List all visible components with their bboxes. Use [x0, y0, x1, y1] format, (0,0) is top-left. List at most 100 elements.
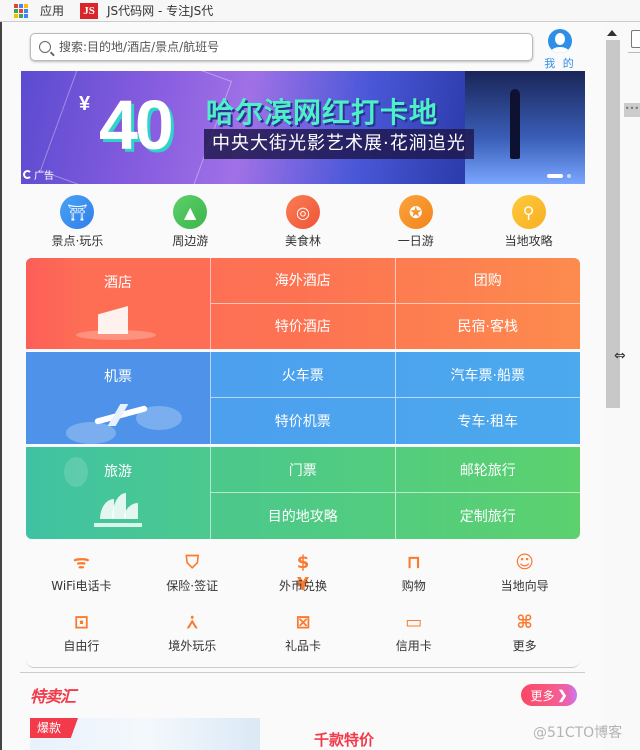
grid-item-custom-travel[interactable]: 定制旅行: [396, 493, 581, 539]
service-currency-exchange[interactable]: $¥ 外币兑换: [248, 546, 359, 606]
service-label: 自由行: [63, 639, 100, 653]
chevron-right-icon: ❯: [557, 688, 568, 702]
quick-nav-label: 美食林: [284, 234, 321, 248]
quick-nav-food[interactable]: ◎ 美食林: [247, 195, 360, 249]
service-insurance-visa[interactable]: ⛉ 保险·签证: [137, 546, 248, 606]
service-gift-card[interactable]: ⊠ 礼品卡: [248, 606, 359, 666]
flight-subgrid: 火车票 汽车票·船票 特价机票 专车·租车: [211, 352, 580, 444]
food-badge-icon: ◎: [285, 195, 320, 229]
user-icon: [548, 29, 572, 53]
more-dots-icon[interactable]: •••: [624, 103, 640, 117]
travel-label: 旅游: [104, 464, 132, 480]
service-label: 境外玩乐: [168, 639, 217, 653]
service-overseas-fun[interactable]: ⩑ 境外玩乐: [137, 606, 248, 666]
grid-item-bus-ship[interactable]: 汽车票·船票: [395, 352, 580, 398]
service-wifi[interactable]: ᯤ WiFi电话卡: [26, 546, 137, 606]
section-divider: [20, 672, 585, 673]
apps-grid-icon[interactable]: [14, 3, 28, 18]
more-label: 更多: [530, 688, 555, 703]
service-label: 信用卡: [395, 639, 432, 653]
airplane-icon: [94, 400, 154, 430]
service-label: WiFi电话卡: [51, 579, 112, 593]
service-shopping[interactable]: ⊓ 购物: [358, 546, 469, 606]
service-label: 更多: [512, 639, 537, 653]
banner-title: 哈尔滨网红打卡地: [206, 96, 439, 129]
quick-nav-label: 当地攻略: [504, 234, 553, 248]
bookmark-js-site[interactable]: JS代码网 - 专注JS代: [107, 2, 213, 19]
hotel-building-icon: [76, 300, 156, 340]
ad-label: 广告: [23, 167, 54, 182]
flight-button[interactable]: 机票: [26, 352, 211, 444]
map-pin-icon: ⚲: [511, 195, 546, 229]
watermark: @51CTO博客: [533, 725, 623, 741]
quick-nav-day-tour[interactable]: ✪ 一日游: [359, 195, 472, 249]
grid-item-tickets[interactable]: 门票: [211, 447, 396, 493]
currency-exchange-icon: $¥: [296, 552, 310, 595]
flight-label: 机票: [104, 369, 132, 385]
shield-icon: ⛉: [185, 552, 199, 573]
grid-item-train[interactable]: 火车票: [211, 352, 396, 398]
search-icon: [39, 41, 51, 53]
quick-nav-local-guide[interactable]: ⚲ 当地攻略: [472, 195, 585, 249]
mountain-icon: ▲: [173, 195, 208, 229]
travel-button[interactable]: 旅游: [26, 447, 211, 539]
divider: [628, 52, 640, 53]
service-label: 购物: [401, 579, 426, 593]
search-input[interactable]: [59, 40, 499, 54]
services-row: ᯤ WiFi电话卡 ⛉ 保险·签证 $¥ 外币兑换 ⊓ 购物 ☺ 当地向导: [26, 546, 580, 606]
grid-item-homestay[interactable]: 民宿·客栈: [396, 304, 581, 350]
carousel-dot[interactable]: [567, 174, 571, 178]
grid-item-car-rental[interactable]: 专车·租车: [396, 398, 581, 444]
eiffel-tower-icon: ⩑: [186, 612, 198, 633]
ad-icon: [23, 170, 32, 179]
travel-subgrid: 门票 邮轮旅行 目的地攻略 定制旅行: [211, 447, 580, 539]
hotel-section: 酒店 海外酒店 团购 特价酒店 民宿·客栈: [26, 258, 580, 349]
sale-heading: 特卖汇: [30, 687, 76, 706]
js-site-icon: JS: [80, 2, 99, 19]
service-more[interactable]: ⌘ 更多: [469, 606, 580, 666]
resize-cursor-icon: ⇔: [614, 348, 626, 364]
sale-more-button[interactable]: 更多 ❯: [521, 684, 577, 706]
price-value: 40: [99, 86, 174, 164]
quick-nav-label: 一日游: [397, 234, 434, 248]
guide-hat-icon: ☺: [515, 552, 534, 573]
search-bar[interactable]: [30, 33, 533, 61]
service-local-guide[interactable]: ☺ 当地向导: [469, 546, 580, 606]
profile-label: 我 的: [544, 57, 576, 70]
service-credit-card[interactable]: ▭ 信用卡: [358, 606, 469, 666]
devtools-toggle-icon[interactable]: [631, 30, 640, 48]
promo-banner[interactable]: ¥ 40 哈尔滨网红打卡地 中央大街光影艺术展·花涧追光 广告: [21, 71, 585, 184]
gift-card-icon: ⊠: [295, 612, 311, 633]
credit-card-icon: ▭: [405, 612, 423, 633]
profile-button[interactable]: 我 的: [542, 29, 578, 71]
balloon-decoration: [64, 457, 88, 487]
hotel-button[interactable]: 酒店: [26, 258, 211, 349]
scroll-up-arrow-icon[interactable]: [607, 30, 617, 36]
grid-item-overseas-hotel[interactable]: 海外酒店: [211, 258, 396, 304]
opera-house-icon: [94, 493, 142, 527]
grid-item-group-buy[interactable]: 团购: [395, 258, 580, 304]
service-free-travel[interactable]: ⊡ 自由行: [26, 606, 137, 666]
carousel-dot-active[interactable]: [547, 174, 563, 178]
bookmark-apps[interactable]: 应用: [40, 2, 64, 19]
quick-nav-label: 景点·玩乐: [51, 234, 104, 248]
shopping-bag-icon: ⊓: [406, 552, 421, 573]
ad-text: 广告: [34, 171, 54, 182]
light-forest-image: [465, 71, 585, 184]
quick-nav-sights[interactable]: ⛩ 景点·玩乐: [21, 195, 134, 249]
service-label: 外币兑换: [278, 579, 327, 593]
quick-nav-nearby[interactable]: ▲ 周边游: [134, 195, 247, 249]
service-label: 保险·签证: [166, 579, 219, 593]
hot-tag: 爆款: [30, 718, 78, 738]
grid-item-special-flight[interactable]: 特价机票: [211, 398, 396, 444]
services-row: ⊡ 自由行 ⩑ 境外玩乐 ⊠ 礼品卡 ▭ 信用卡 ⌘ 更多: [26, 606, 580, 666]
bookmarks-bar: 应用 JS JS代码网 - 专注JS代: [0, 0, 640, 22]
hotel-subgrid: 海外酒店 团购 特价酒店 民宿·客栈: [211, 258, 580, 349]
service-label: 当地向导: [500, 579, 549, 593]
grid-item-cruise[interactable]: 邮轮旅行: [395, 447, 580, 493]
grid-item-special-hotel[interactable]: 特价酒店: [211, 303, 396, 349]
flight-section: 机票 火车票 汽车票·船票 特价机票 专车·租车: [26, 352, 580, 444]
grid-item-destination-guide[interactable]: 目的地攻略: [211, 493, 396, 539]
more-grid-icon: ⌘: [516, 612, 533, 633]
deal-title[interactable]: 千款特价: [314, 729, 374, 750]
